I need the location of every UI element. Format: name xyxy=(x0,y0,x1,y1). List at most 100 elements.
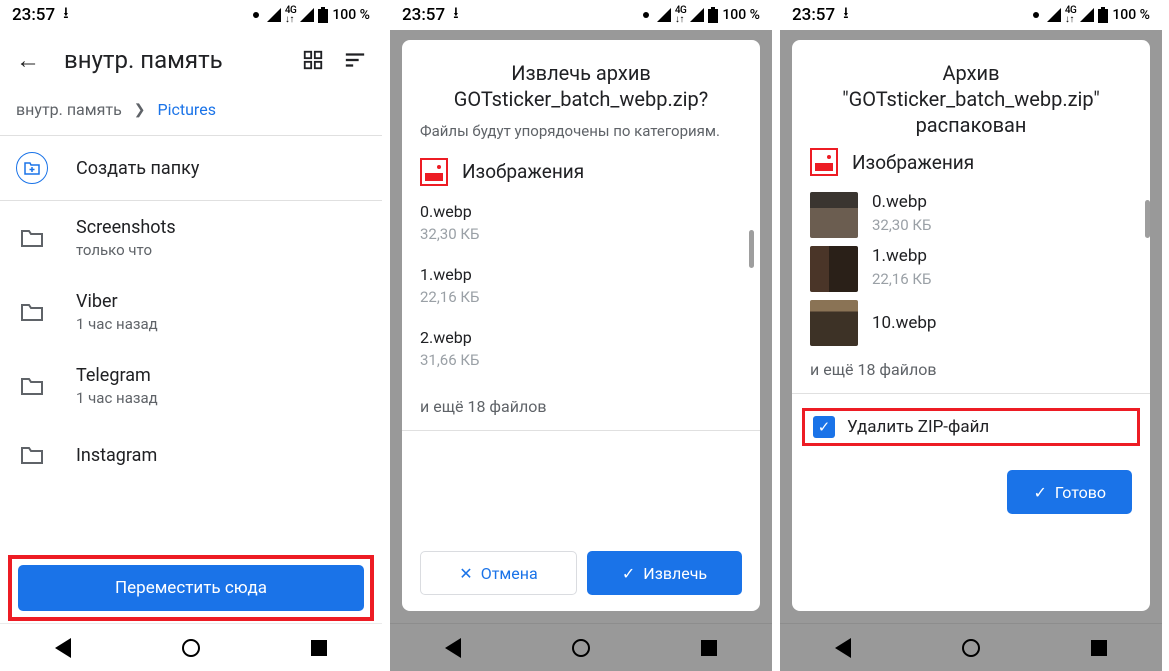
nav-home-icon[interactable] xyxy=(962,639,980,657)
status-dot-icon xyxy=(643,12,649,18)
nav-recent-icon[interactable] xyxy=(701,640,717,656)
nav-back-icon[interactable] xyxy=(445,638,461,658)
grid-view-icon[interactable] xyxy=(302,49,324,71)
nav-back-icon[interactable] xyxy=(55,638,71,658)
file-thumbnail xyxy=(810,192,858,238)
folder-item-screenshots[interactable]: Screenshots только что xyxy=(0,201,382,275)
file-size: 22,16 КБ xyxy=(872,270,932,288)
folder-subtitle: только что xyxy=(76,241,366,259)
image-category-icon xyxy=(810,148,838,176)
breadcrumb-current[interactable]: Pictures xyxy=(158,100,216,119)
status-time: 23:57 xyxy=(792,5,835,25)
network-4g: 4G↓↑ xyxy=(675,6,687,24)
dialog-title: Архив "GOTsticker_batch_webp.zip" распак… xyxy=(810,60,1132,138)
nav-home-icon[interactable] xyxy=(182,639,200,657)
battery-icon xyxy=(1098,7,1108,23)
file-size: 31,66 КБ xyxy=(420,351,742,369)
folder-subtitle: 1 час назад xyxy=(76,389,366,407)
file-name: 2.webp xyxy=(420,328,742,347)
folder-item-instagram[interactable]: Instagram xyxy=(0,423,382,487)
status-time: 23:57 xyxy=(12,5,55,25)
file-size: 32,30 КБ xyxy=(420,225,742,243)
signal-icon-2 xyxy=(300,8,314,22)
status-dot-icon xyxy=(253,12,259,18)
scrollbar-thumb[interactable] xyxy=(749,230,754,268)
new-folder-icon xyxy=(16,152,48,184)
extract-button[interactable]: ✓ Извлечь xyxy=(587,551,742,595)
checkbox-checked-icon: ✓ xyxy=(813,416,835,438)
nav-recent-icon[interactable] xyxy=(311,640,327,656)
folder-icon xyxy=(16,439,48,471)
page-title: внутр. память xyxy=(64,46,278,74)
folder-icon xyxy=(16,222,48,254)
sort-icon[interactable] xyxy=(344,51,366,69)
status-bar: 23:57 ⭳ 4G↓↑ 100 % xyxy=(0,0,382,30)
battery-percent: 100 % xyxy=(722,7,760,23)
nav-home-icon[interactable] xyxy=(572,639,590,657)
dialog-subtitle: Файлы будут упорядочены по категориям. xyxy=(420,122,742,142)
folder-title: Screenshots xyxy=(76,217,366,238)
back-arrow-icon[interactable]: ← xyxy=(16,46,40,75)
nav-recent-icon[interactable] xyxy=(1091,640,1107,656)
extracted-dialog: Архив "GOTsticker_batch_webp.zip" распак… xyxy=(792,40,1150,611)
download-icon: ⭳ xyxy=(843,2,849,29)
check-icon: ✓ xyxy=(622,564,635,583)
cancel-button[interactable]: ✕ Отмена xyxy=(420,551,577,595)
file-thumbnail xyxy=(810,246,858,292)
nav-back-icon[interactable] xyxy=(835,638,851,658)
folder-item-viber[interactable]: Viber 1 час назад xyxy=(0,275,382,349)
more-files-label: и ещё 18 файлов xyxy=(420,397,742,416)
delete-zip-checkbox-row[interactable]: ✓ Удалить ZIP-файл xyxy=(802,408,1140,446)
phone-screen-3: 23:57 ⭳ 4G↓↑ 100 % Архив "GOTsticker_bat… xyxy=(780,0,1162,671)
battery-icon xyxy=(318,7,328,23)
file-size: 32,30 КБ xyxy=(872,216,932,234)
battery-percent: 100 % xyxy=(1112,7,1150,23)
file-row: 1.webp 22,16 КБ xyxy=(420,265,742,324)
category-label: Изображения xyxy=(462,160,584,183)
divider xyxy=(402,430,760,431)
scrollbar-thumb[interactable] xyxy=(1145,200,1150,238)
extract-dialog: Извлечь архив GOTsticker_batch_webp.zip?… xyxy=(402,40,760,611)
battery-percent: 100 % xyxy=(332,7,370,23)
download-icon: ⭳ xyxy=(453,2,459,29)
nav-bar xyxy=(0,623,382,671)
file-name: 0.webp xyxy=(420,202,742,221)
file-name: 0.webp xyxy=(872,192,932,212)
breadcrumb-root[interactable]: внутр. память xyxy=(16,100,122,119)
file-name: 1.webp xyxy=(420,265,742,284)
status-bar: 23:57 ⭳ 4G↓↑ 100 % xyxy=(390,0,772,30)
divider xyxy=(792,393,1150,394)
file-size: 22,16 КБ xyxy=(420,288,742,306)
file-row: 0.webp 32,30 КБ xyxy=(420,202,742,261)
folder-title: Viber xyxy=(76,291,366,312)
app-header: ← внутр. память xyxy=(0,30,382,90)
signal-icon xyxy=(267,8,281,22)
folder-icon xyxy=(16,296,48,328)
file-row: 0.webp 32,30 КБ xyxy=(810,192,1132,238)
signal-icon-2 xyxy=(1080,8,1094,22)
file-row: 10.webp xyxy=(810,300,1132,346)
dialog-title: Извлечь архив GOTsticker_batch_webp.zip? xyxy=(420,60,742,112)
file-row: 1.webp 22,16 КБ xyxy=(810,246,1132,292)
phone-screen-2: 23:57 ⭳ 4G↓↑ 100 % Извлечь архив GOTstic… xyxy=(390,0,772,671)
folder-icon xyxy=(16,370,48,402)
folder-title: Telegram xyxy=(76,365,366,386)
folder-item-telegram[interactable]: Telegram 1 час назад xyxy=(0,349,382,423)
move-here-button[interactable]: Переместить сюда xyxy=(18,565,364,611)
signal-icon-2 xyxy=(690,8,704,22)
folder-title: Instagram xyxy=(76,445,366,466)
status-dot-icon xyxy=(1033,12,1039,18)
nav-bar xyxy=(780,623,1162,671)
file-name: 10.webp xyxy=(872,313,936,333)
download-icon: ⭳ xyxy=(63,2,69,29)
highlight-box: Переместить сюда xyxy=(8,555,374,621)
new-folder-item[interactable]: Создать папку xyxy=(0,136,382,200)
done-button[interactable]: ✓ Готово xyxy=(1007,470,1132,514)
check-icon: ✓ xyxy=(1033,483,1046,502)
chevron-right-icon: ❯ xyxy=(134,102,146,118)
close-icon: ✕ xyxy=(459,564,472,583)
more-files-label: и ещё 18 файлов xyxy=(810,360,1132,379)
delete-zip-label: Удалить ZIP-файл xyxy=(847,417,989,437)
signal-icon xyxy=(1047,8,1061,22)
phone-screen-1: 23:57 ⭳ 4G↓↑ 100 % ← внутр. память внутр… xyxy=(0,0,382,671)
